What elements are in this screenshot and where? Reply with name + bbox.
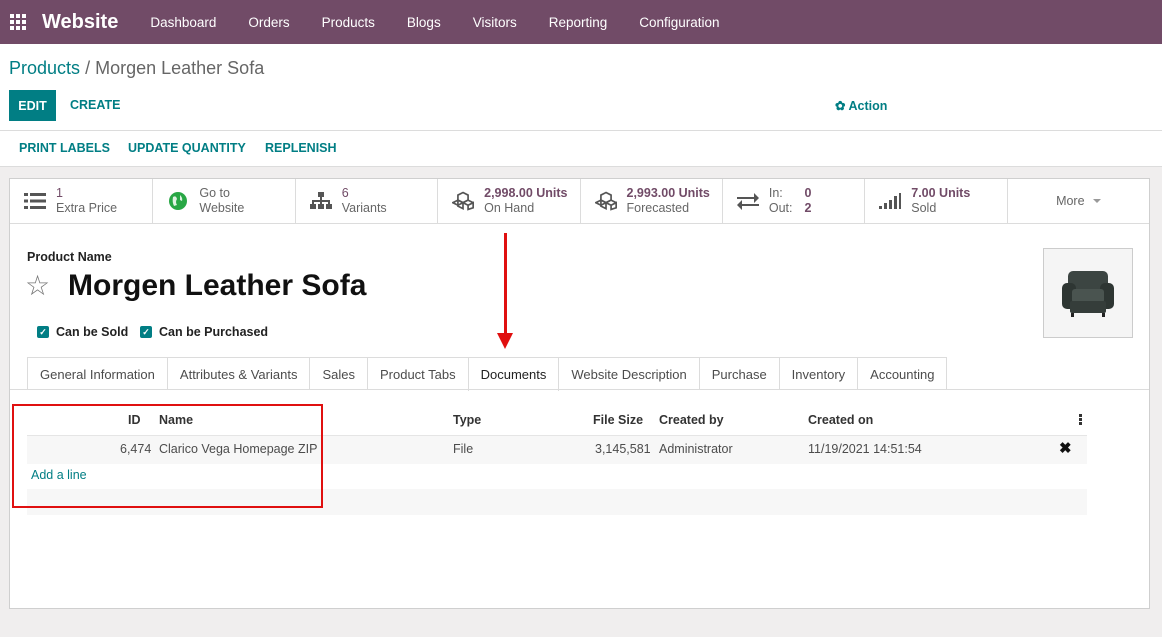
cell-type: File <box>453 442 474 456</box>
annotation-arrow-head <box>497 333 513 349</box>
form-sheet: 1 Extra Price Go to Website 6 Variants 2,99… <box>9 178 1150 609</box>
control-panel: Products / Morgen Leather Sofa EDIT CREA… <box>0 44 1162 167</box>
notebook-tabs: General Information Attributes & Variant… <box>27 357 948 391</box>
print-labels-button[interactable]: PRINT LABELS <box>19 141 110 155</box>
on-hand-value: 2,998.00 Units <box>484 186 568 200</box>
menu-products[interactable]: Products <box>306 15 391 30</box>
extra-price-button[interactable]: 1 Extra Price <box>10 179 154 223</box>
sold-button[interactable]: 7.00 Units Sold <box>865 179 1008 223</box>
can-be-sold-label: Can be Sold <box>56 325 129 339</box>
sold-label: Sold <box>911 201 937 215</box>
tab-product-tabs[interactable]: Product Tabs <box>366 357 469 390</box>
breadcrumb-separator: / <box>85 58 91 78</box>
can-be-purchased-checkbox[interactable]: ✓ Can be Purchased <box>140 325 268 339</box>
product-name-field: Morgen Leather Sofa <box>68 269 367 302</box>
list-icon <box>24 190 46 212</box>
more-button[interactable]: More <box>1008 179 1149 223</box>
tab-purchase[interactable]: Purchase <box>698 357 780 390</box>
go-to-website-button[interactable]: Go to Website <box>153 179 296 223</box>
menu-reporting[interactable]: Reporting <box>533 15 624 30</box>
replenish-button[interactable]: REPLENISH <box>265 141 337 155</box>
menu-blogs[interactable]: Blogs <box>391 15 457 30</box>
gear-icon: ✿ <box>835 99 846 113</box>
variants-value: 6 <box>341 186 349 200</box>
annotation-arrow <box>504 233 507 337</box>
in-out-button[interactable]: In: Out: 0 2 <box>723 179 866 223</box>
breadcrumb-products-link[interactable]: Products <box>9 58 80 78</box>
forecasted-button[interactable]: 2,993.00 Units Forecasted <box>581 179 723 223</box>
menu-dashboard[interactable]: Dashboard <box>134 15 232 30</box>
tab-sales[interactable]: Sales <box>309 357 368 390</box>
out-label: Out: <box>768 201 793 215</box>
in-value: 0 <box>804 186 812 200</box>
website-line2: Website <box>199 201 245 215</box>
checkmark-icon: ✓ <box>37 326 49 338</box>
caret-down-icon <box>1092 199 1101 203</box>
cell-created-on: 11/19/2021 14:51:54 <box>808 442 922 456</box>
divider <box>0 130 1162 131</box>
globe-icon <box>167 190 189 212</box>
delete-row-icon[interactable]: ✖ <box>1059 439 1072 457</box>
extra-price-value: 1 <box>56 186 63 200</box>
cell-created-by: Administrator <box>659 442 733 456</box>
breadcrumb-current: Morgen Leather Sofa <box>95 58 265 78</box>
tab-documents[interactable]: Documents <box>467 357 560 391</box>
cubes-icon <box>452 190 475 212</box>
breadcrumb: Products / Morgen Leather Sofa <box>9 58 264 79</box>
menu-orders[interactable]: Orders <box>232 15 305 30</box>
smart-buttons-bar: 1 Extra Price Go to Website 6 Variants 2,99… <box>10 179 1149 224</box>
out-value: 2 <box>804 201 812 215</box>
can-be-sold-checkbox[interactable]: ✓ Can be Sold <box>37 325 128 339</box>
sold-value: 7.00 Units <box>911 186 971 200</box>
on-hand-label: On Hand <box>484 201 535 215</box>
forecasted-value: 2,993.00 Units <box>626 186 710 200</box>
on-hand-button[interactable]: 2,998.00 Units On Hand <box>438 179 581 223</box>
tab-general-information[interactable]: General Information <box>27 357 168 390</box>
col-header-file-size[interactable]: File Size <box>593 413 643 427</box>
tab-website-description[interactable]: Website Description <box>558 357 700 390</box>
variants-button[interactable]: 6 Variants <box>296 179 439 223</box>
variants-label: Variants <box>341 201 387 215</box>
more-label: More <box>1056 194 1085 208</box>
cubes-icon <box>594 190 617 212</box>
signal-icon <box>879 190 902 212</box>
annotation-highlight-box <box>12 404 323 508</box>
website-line1: Go to <box>199 186 230 200</box>
optional-columns-icon[interactable] <box>1079 414 1082 426</box>
product-image[interactable] <box>1043 248 1133 338</box>
edit-button[interactable]: EDIT <box>9 90 56 121</box>
forecasted-label: Forecasted <box>626 201 690 215</box>
star-icon[interactable]: ☆ <box>25 271 50 301</box>
tab-inventory[interactable]: Inventory <box>778 357 859 390</box>
top-navbar: Website Dashboard Orders Products Blogs … <box>0 0 1162 44</box>
cell-file-size: 3,145,581 <box>595 442 651 456</box>
tabs-underline <box>10 389 1149 390</box>
extra-price-label: Extra Price <box>56 201 118 215</box>
menu-configuration[interactable]: Configuration <box>623 15 735 30</box>
in-label: In: <box>768 186 783 200</box>
can-be-purchased-label: Can be Purchased <box>159 325 269 339</box>
app-brand[interactable]: Website <box>42 11 118 34</box>
exchange-icon <box>736 190 759 212</box>
tab-attributes-variants[interactable]: Attributes & Variants <box>166 357 311 390</box>
col-header-type[interactable]: Type <box>453 413 481 427</box>
col-header-created-on[interactable]: Created on <box>808 413 873 427</box>
col-header-created-by[interactable]: Created by <box>659 413 724 427</box>
checkmark-icon: ✓ <box>140 326 152 338</box>
apps-menu-icon[interactable] <box>10 14 26 30</box>
sitemap-icon <box>309 190 332 212</box>
update-quantity-button[interactable]: UPDATE QUANTITY <box>128 141 246 155</box>
action-menu-button[interactable]: ✿ Action <box>835 98 887 113</box>
menu-visitors[interactable]: Visitors <box>457 15 533 30</box>
product-name-label: Product Name <box>27 250 112 264</box>
sofa-image <box>1062 271 1114 317</box>
action-label: Action <box>848 99 888 113</box>
create-button[interactable]: CREATE <box>70 98 120 112</box>
tab-accounting[interactable]: Accounting <box>857 357 948 390</box>
